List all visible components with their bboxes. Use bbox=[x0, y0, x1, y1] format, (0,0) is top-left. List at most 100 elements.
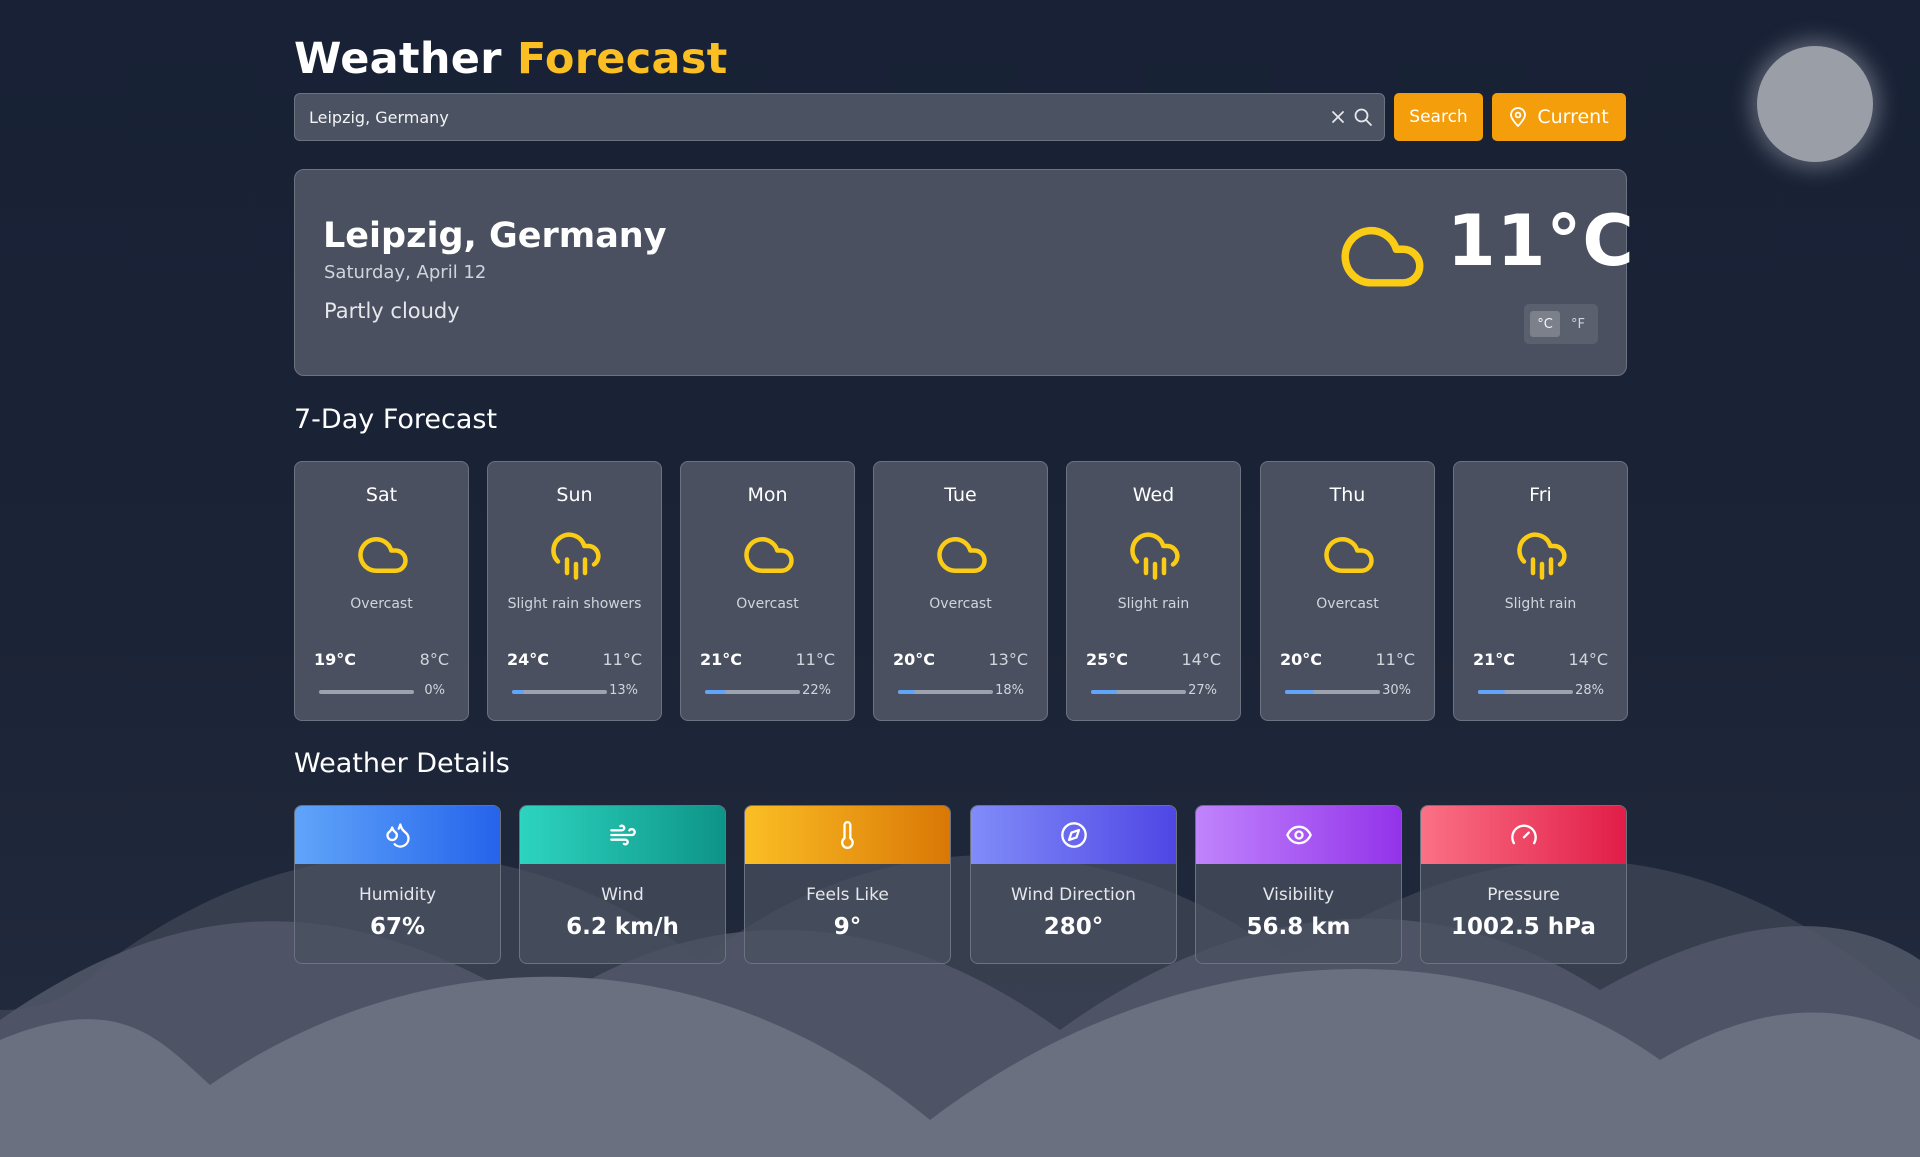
detail-label: Wind Direction bbox=[1011, 885, 1136, 905]
day-name: Thu bbox=[1329, 484, 1366, 506]
rain-icon bbox=[1130, 532, 1180, 580]
detail-value: 56.8 km bbox=[1246, 914, 1351, 940]
droplets-icon bbox=[385, 823, 410, 848]
detail-value: 67% bbox=[369, 914, 426, 940]
rain-icon bbox=[1517, 532, 1567, 580]
day-high-temp: 20°C bbox=[1280, 650, 1323, 669]
search-row: Search Current bbox=[294, 93, 1627, 141]
day-condition: Slight rain bbox=[1117, 596, 1190, 612]
day-condition: Slight rain bbox=[1504, 596, 1577, 612]
detail-label: Pressure bbox=[1487, 885, 1560, 905]
details-title: Weather Details bbox=[294, 748, 510, 779]
cloud-icon bbox=[1341, 226, 1424, 287]
day-condition: Overcast bbox=[1316, 596, 1379, 612]
forecast-day-card: Sun Slight rain showers 24°C 11°C 13% bbox=[487, 461, 662, 721]
detail-card: Feels Like 9° bbox=[744, 805, 951, 964]
day-low-temp: 11°C bbox=[795, 650, 835, 669]
day-high-temp: 24°C bbox=[507, 650, 550, 669]
rain-chance-fill bbox=[512, 690, 525, 694]
detail-value: 6.2 km/h bbox=[566, 914, 679, 940]
close-icon[interactable] bbox=[1329, 108, 1347, 126]
rain-chance-fill bbox=[898, 690, 916, 694]
detail-card-header bbox=[1196, 806, 1401, 864]
fahrenheit-toggle[interactable]: °F bbox=[1564, 311, 1592, 337]
rain-chance-fill bbox=[705, 690, 726, 694]
wind-icon bbox=[609, 824, 636, 846]
detail-label: Wind bbox=[601, 885, 644, 905]
forecast-day-card: Tue Overcast 20°C 13°C 18% bbox=[873, 461, 1048, 721]
forecast-title: 7-Day Forecast bbox=[294, 404, 498, 435]
search-button-label: Search bbox=[1409, 107, 1468, 127]
unit-toggle: °C °F bbox=[1524, 304, 1598, 344]
day-name: Tue bbox=[944, 484, 977, 506]
detail-card: Wind 6.2 km/h bbox=[519, 805, 726, 964]
detail-label: Feels Like bbox=[806, 885, 889, 905]
compass-icon bbox=[1060, 822, 1087, 848]
detail-card-header bbox=[1421, 806, 1626, 864]
detail-card-header bbox=[745, 806, 950, 864]
current-city: Leipzig, Germany bbox=[323, 216, 667, 256]
day-condition: Overcast bbox=[736, 596, 799, 612]
forecast-day-card: Fri Slight rain 21°C 14°C 28% bbox=[1453, 461, 1628, 721]
rain-icon bbox=[551, 532, 601, 580]
search-box bbox=[294, 93, 1385, 141]
current-temperature: 11°C bbox=[1447, 200, 1635, 282]
forecast-day-card: Mon Overcast 21°C 11°C 22% bbox=[680, 461, 855, 721]
day-high-temp: 21°C bbox=[1473, 650, 1516, 669]
rain-chance: 18% bbox=[995, 683, 1024, 698]
day-name: Sun bbox=[556, 484, 593, 506]
day-high-temp: 25°C bbox=[1086, 650, 1129, 669]
day-name: Mon bbox=[747, 484, 788, 506]
rain-chance-fill bbox=[1285, 690, 1314, 694]
detail-label: Visibility bbox=[1262, 885, 1335, 905]
cloud-icon bbox=[937, 537, 987, 573]
rain-chance-bar bbox=[1478, 690, 1573, 694]
detail-card: Wind Direction 280° bbox=[970, 805, 1177, 964]
day-condition: Slight rain showers bbox=[507, 596, 642, 612]
current-date: Saturday, April 12 bbox=[324, 262, 487, 283]
rain-chance: 13% bbox=[609, 683, 638, 698]
day-low-temp: 8°C bbox=[419, 650, 449, 669]
day-low-temp: 13°C bbox=[988, 650, 1028, 669]
current-weather-card: Leipzig, Germany Saturday, April 12 Part… bbox=[294, 169, 1634, 376]
day-name: Wed bbox=[1132, 484, 1175, 506]
search-icon[interactable] bbox=[1353, 107, 1373, 127]
detail-value: 280° bbox=[1043, 914, 1104, 940]
rain-chance-fill bbox=[1478, 690, 1505, 694]
app-title: Weather Forecast bbox=[294, 34, 728, 84]
day-condition: Overcast bbox=[929, 596, 992, 612]
rain-chance-bar bbox=[319, 690, 414, 694]
current-location-button[interactable]: Current bbox=[1492, 93, 1626, 141]
current-condition: Partly cloudy bbox=[324, 299, 460, 323]
detail-card: Pressure 1002.5 hPa bbox=[1420, 805, 1627, 964]
day-condition: Overcast bbox=[350, 596, 413, 612]
forecast-day-card: Wed Slight rain 25°C 14°C 27% bbox=[1066, 461, 1241, 721]
rain-chance-fill bbox=[1091, 690, 1117, 694]
celsius-toggle[interactable]: °C bbox=[1530, 311, 1560, 337]
thermometer-icon bbox=[840, 821, 854, 849]
forecast-day-card: Thu Overcast 20°C 11°C 30% bbox=[1260, 461, 1435, 721]
day-low-temp: 14°C bbox=[1568, 650, 1608, 669]
current-button-label: Current bbox=[1537, 106, 1609, 128]
day-name: Sat bbox=[365, 484, 398, 506]
day-high-temp: 19°C bbox=[314, 650, 357, 669]
detail-card: Visibility 56.8 km bbox=[1195, 805, 1402, 964]
search-button[interactable]: Search bbox=[1394, 93, 1483, 141]
rain-chance: 30% bbox=[1382, 683, 1411, 698]
day-low-temp: 14°C bbox=[1181, 650, 1221, 669]
forecast-list: Sat Overcast 19°C 8°C 0% Sun Slight rain showe… bbox=[294, 461, 1628, 721]
map-pin-icon bbox=[1510, 107, 1527, 127]
day-low-temp: 11°C bbox=[602, 650, 642, 669]
detail-value: 9° bbox=[833, 914, 862, 940]
detail-card-header bbox=[520, 806, 725, 864]
forecast-day-card: Sat Overcast 19°C 8°C 0% bbox=[294, 461, 469, 721]
day-name: Fri bbox=[1529, 484, 1552, 506]
rain-chance-bar bbox=[1285, 690, 1380, 694]
detail-card-header bbox=[971, 806, 1176, 864]
eye-icon bbox=[1285, 825, 1312, 845]
rain-chance-bar bbox=[512, 690, 607, 694]
search-input[interactable] bbox=[309, 94, 1289, 140]
detail-value: 1002.5 hPa bbox=[1451, 914, 1596, 940]
day-high-temp: 20°C bbox=[893, 650, 936, 669]
rain-chance-bar bbox=[705, 690, 800, 694]
